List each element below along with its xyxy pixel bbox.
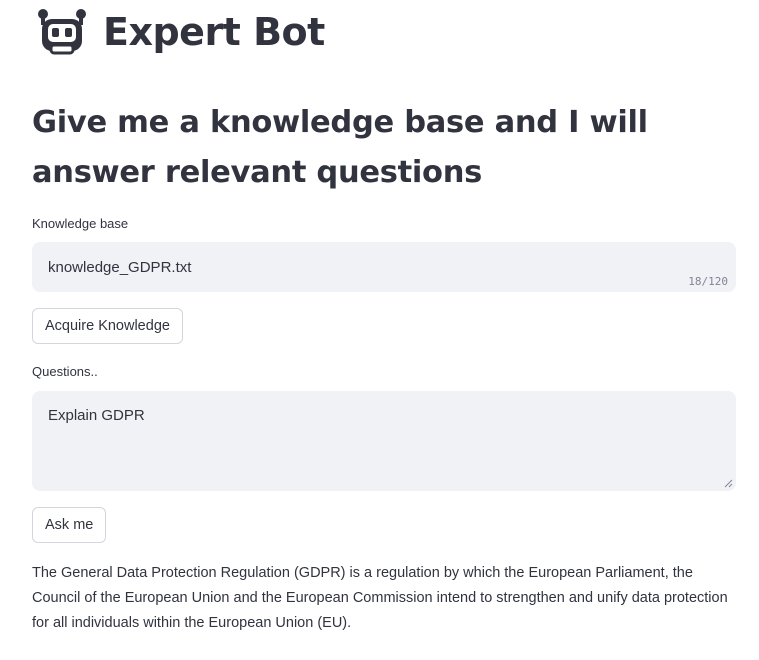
app-title: Expert Bot [103,10,325,54]
questions-textarea[interactable]: Explain GDPR [32,391,736,491]
resize-handle-icon[interactable] [724,479,733,488]
knowledge-base-input[interactable] [32,242,736,292]
knowledge-base-label: Knowledge base [32,216,129,231]
ask-me-button[interactable]: Ask me [32,507,107,543]
knowledge-base-field: 18/120 [32,242,736,292]
questions-field: Explain GDPR [32,391,736,491]
answer-text: The General Data Protection Regulation (… [32,565,728,631]
questions-label: Questions.. [32,364,98,379]
acquire-knowledge-button[interactable]: Acquire Knowledge [32,308,183,344]
app-header: Expert Bot [35,4,325,60]
char-count: 18/120 [688,275,728,288]
robot-face-icon [38,9,86,55]
page-subheader: Give me a knowledge base and I will answ… [32,105,648,190]
